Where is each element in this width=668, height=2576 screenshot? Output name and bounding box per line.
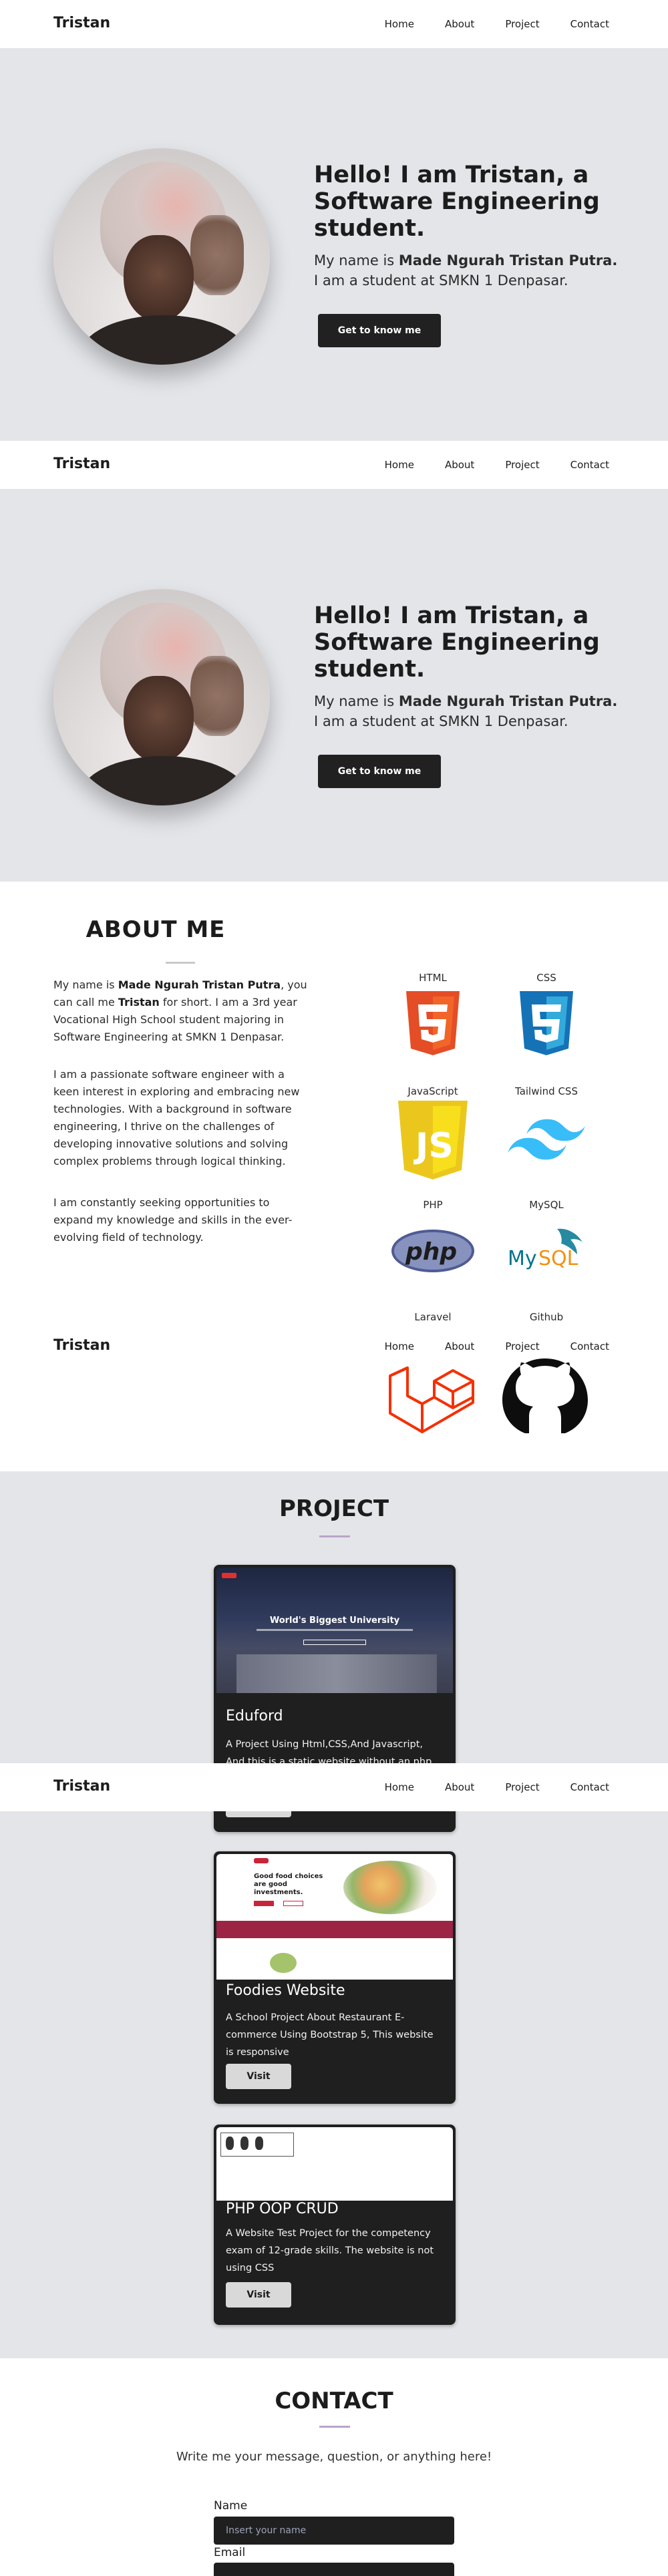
hero-section: Hello! I am Tristan, a Software Engineer… xyxy=(0,48,668,441)
nav-links: Home About Project Contact xyxy=(354,1340,609,1352)
profile-photo xyxy=(53,148,270,365)
nav-link-home[interactable]: Home xyxy=(385,1781,414,1793)
contact-title-underline xyxy=(319,2426,350,2428)
about-paragraph-3: I am constantly seeking opportunities to… xyxy=(53,1196,293,1244)
get-to-know-me-button[interactable]: Get to know me xyxy=(318,314,441,347)
svg-text:My: My xyxy=(508,1247,537,1270)
about-paragraph-2: I am a passionate software engineer with… xyxy=(53,1068,300,1167)
navbar: Tristan Home About Project Contact xyxy=(0,0,668,48)
nav-link-project[interactable]: Project xyxy=(505,1781,539,1793)
nav-brand[interactable]: Tristan xyxy=(53,1778,110,1795)
nav-links: Home About Project Contact xyxy=(354,459,609,471)
php-icon: php xyxy=(391,1229,475,1276)
nav-link-project[interactable]: Project xyxy=(505,1340,539,1352)
nav-link-about[interactable]: About xyxy=(445,1781,474,1793)
contact-title: CONTACT xyxy=(275,2388,393,2414)
skill-label-github: Github xyxy=(529,1311,564,1323)
nav-link-about[interactable]: About xyxy=(445,18,474,30)
nav-link-contact[interactable]: Contact xyxy=(570,459,609,471)
skill-label-tailwind: Tailwind CSS xyxy=(515,1085,578,1097)
hero-title: Hello! I am Tristan, a Software Engineer… xyxy=(314,602,600,683)
eduford-preview-image: World's Biggest University xyxy=(216,1568,453,1693)
email-input[interactable] xyxy=(214,2563,454,2576)
visit-button[interactable]: Visit xyxy=(226,2282,291,2308)
nav-link-about[interactable]: About xyxy=(445,459,474,471)
nav-link-about[interactable]: About xyxy=(445,1340,474,1352)
project-title-underline xyxy=(319,1535,350,1537)
hero-title: Hello! I am Tristan, a Software Engineer… xyxy=(314,162,600,242)
nav-link-project[interactable]: Project xyxy=(505,459,539,471)
skill-label-mysql: MySQL xyxy=(529,1199,564,1211)
html5-icon xyxy=(403,991,462,1061)
nav-link-contact[interactable]: Contact xyxy=(570,1781,609,1793)
profile-photo xyxy=(53,589,270,805)
github-icon xyxy=(502,1358,588,1436)
name-input[interactable] xyxy=(214,2517,454,2545)
nav-links: Home About Project Contact xyxy=(354,18,609,30)
nav-link-contact[interactable]: Contact xyxy=(570,1340,609,1352)
nav-link-home[interactable]: Home xyxy=(385,1340,414,1352)
about-paragraph-1: My name is Made Ngurah Tristan Putra, yo… xyxy=(53,978,307,1043)
hero-section: Hello! I am Tristan, a Software Engineer… xyxy=(0,489,668,882)
hero-subtitle: My name is Made Ngurah Tristan Putra. I … xyxy=(314,693,618,729)
tailwind-icon xyxy=(506,1115,587,1166)
get-to-know-me-button[interactable]: Get to know me xyxy=(318,755,441,788)
svg-text:SQL: SQL xyxy=(538,1247,578,1270)
nav-links: Home About Project Contact xyxy=(354,1781,609,1793)
project-card-title: PHP OOP CRUD xyxy=(226,2201,339,2217)
svg-text:JS: JS xyxy=(413,1126,454,1166)
skill-label-php: PHP xyxy=(423,1199,443,1211)
project-card-description: A School Project About Restaurant E-comm… xyxy=(226,2012,434,2058)
project-card-title: Foodies Website xyxy=(226,1982,345,1999)
hero-name: Made Ngurah Tristan Putra. xyxy=(398,252,618,268)
nav-brand[interactable]: Tristan xyxy=(53,15,110,31)
project-card-description: A Website Test Project for the competenc… xyxy=(226,2228,434,2273)
about-title: ABOUT ME xyxy=(86,916,226,943)
nav-brand[interactable]: Tristan xyxy=(53,455,110,472)
navbar: Tristan Home About Project Contact xyxy=(0,1763,668,1811)
nav-link-contact[interactable]: Contact xyxy=(570,18,609,30)
project-card-php-oop-crud: PHP OOP CRUD A Website Test Project for … xyxy=(214,2125,456,2325)
hero-name: Made Ngurah Tristan Putra. xyxy=(398,693,618,709)
nav-link-home[interactable]: Home xyxy=(385,459,414,471)
foodies-preview-image: Good food choices are good investments. xyxy=(216,1854,453,1980)
javascript-icon: JS xyxy=(395,1101,470,1183)
email-label: Email xyxy=(214,2546,246,2559)
skill-label-laravel: Laravel xyxy=(414,1311,452,1323)
laravel-icon xyxy=(387,1362,476,1439)
hero-subtitle: My name is Made Ngurah Tristan Putra. I … xyxy=(314,252,618,289)
skill-label-css: CSS xyxy=(536,972,556,984)
nav-brand[interactable]: Tristan xyxy=(53,1337,110,1354)
mysql-icon: My SQL xyxy=(505,1225,588,1274)
php-crud-preview-image xyxy=(216,2127,453,2201)
skill-label-html: HTML xyxy=(419,972,447,984)
project-title: PROJECT xyxy=(279,1495,389,1522)
nav-link-project[interactable]: Project xyxy=(505,18,539,30)
visit-button[interactable]: Visit xyxy=(226,2064,291,2089)
navbar: Tristan Home About Project Contact xyxy=(0,441,668,489)
css3-icon xyxy=(517,991,576,1061)
project-card-title: Eduford xyxy=(226,1708,283,1724)
project-card-foodies: Good food choices are good investments. … xyxy=(214,1851,456,2104)
about-title-underline xyxy=(166,962,195,964)
svg-text:php: php xyxy=(405,1238,457,1266)
skill-label-javascript: JavaScript xyxy=(407,1085,458,1097)
contact-subtitle: Write me your message, question, or anyt… xyxy=(176,2450,492,2464)
name-label: Name xyxy=(214,2499,248,2513)
nav-link-home[interactable]: Home xyxy=(385,18,414,30)
